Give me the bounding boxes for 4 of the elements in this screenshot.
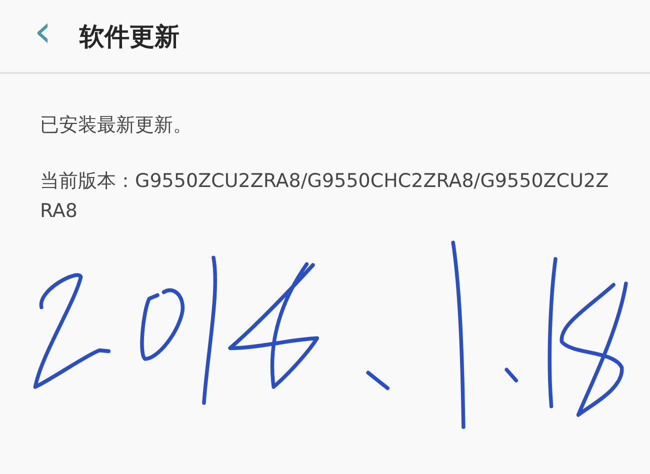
version-text: 当前版本：G9550ZCU2ZRA8/G9550CHC2ZRA8/G9550ZCU2ZRA8 <box>40 169 610 224</box>
status-text: 已安装最新更新。 <box>40 113 193 138</box>
back-button[interactable]: ‹ <box>28 10 58 62</box>
page-title: 软件更新 <box>80 20 180 52</box>
